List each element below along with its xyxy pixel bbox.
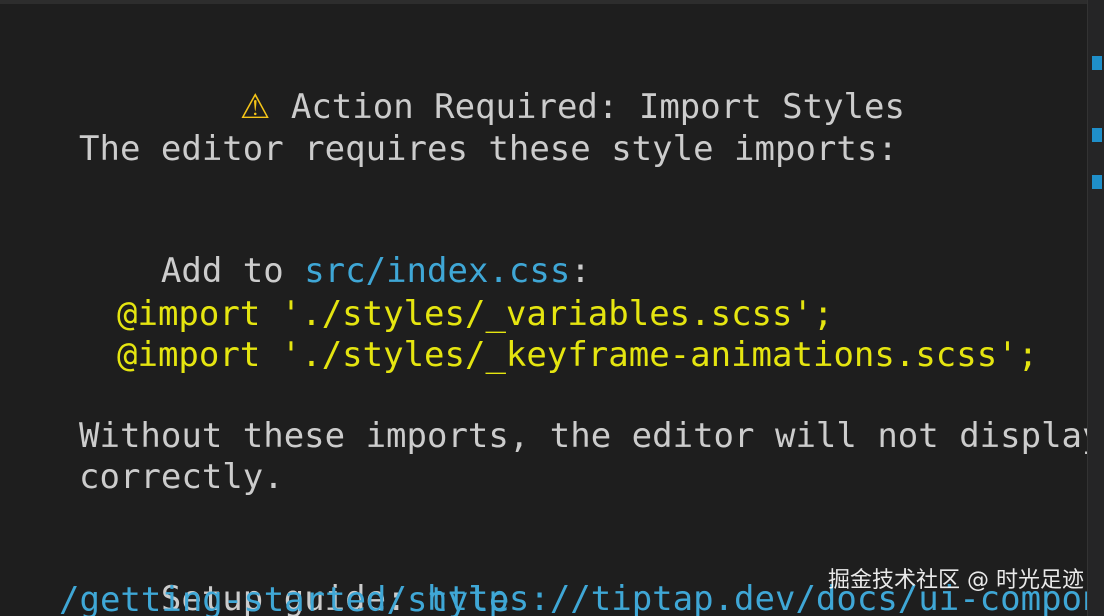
setup-guide-link-continued[interactable]: /getting-started/style xyxy=(59,580,509,616)
warning-heading: ⚠ Action Required: Import Styles xyxy=(158,47,905,127)
watermark: 掘金技术社区 @ 时光足迹 xyxy=(828,568,1084,593)
import-line-keyframes: @import './styles/_keyframe-animations.s… xyxy=(117,335,1039,375)
terminal-panel: ⚠ Action Required: Import Styles The edi… xyxy=(0,0,1104,616)
vertical-scrollbar[interactable] xyxy=(1087,0,1104,616)
add-to-suffix: : xyxy=(570,251,591,291)
intro-text: The editor requires these style imports: xyxy=(79,129,898,169)
import-line-variables: @import './styles/_variables.scss'; xyxy=(117,294,834,334)
without-imports-line1: Without these imports, the editor will n… xyxy=(79,416,1103,456)
add-to-line: Add to src/index.css: xyxy=(79,211,591,291)
panel-top-border xyxy=(0,0,1104,4)
scroll-marker xyxy=(1092,175,1102,189)
css-file-link[interactable]: src/index.css xyxy=(304,251,570,291)
add-to-prefix: Add to xyxy=(160,251,305,291)
without-imports-line2: correctly. xyxy=(79,457,284,497)
scroll-marker xyxy=(1092,128,1102,142)
warning-title: Action Required: Import Styles xyxy=(290,87,905,127)
warning-icon: ⚠ xyxy=(239,87,271,127)
scroll-marker xyxy=(1092,56,1102,70)
